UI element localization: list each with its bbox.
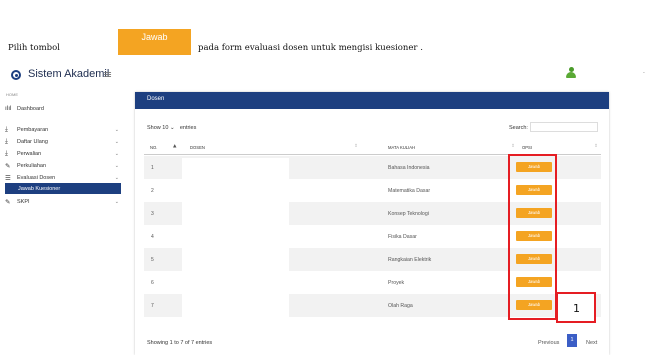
step-number-box: 1 (556, 292, 596, 323)
row-mata-kuliah: Fisika Dasar (388, 234, 417, 240)
sidebar-home-label: HOME (6, 92, 18, 97)
row-number: 7 (151, 303, 154, 309)
sidebar-item-daftar-ulang[interactable]: ⤓ Daftar Ulang ⌄ (5, 136, 121, 147)
chevron-down-icon: ⌄ (114, 138, 119, 145)
menu-icon[interactable]: ≡ (103, 68, 112, 81)
sidebar-item-label: Perkuliahan (17, 162, 47, 169)
redacted-dosen-names (182, 158, 289, 318)
card-header: Dosen (135, 92, 609, 109)
pencil-icon: ✎ (5, 162, 11, 170)
sidebar: HOME ılıl Dashboard ⤓ Pembayaran ⌄ ⤓ Daf… (0, 90, 122, 355)
chevron-down-icon: ⌄ (169, 125, 175, 131)
row-mata-kuliah: Bahasa Indonesia (388, 165, 430, 171)
sidebar-item-label: Pembayaran (17, 126, 49, 133)
column-header-mata-kuliah[interactable]: MATA KULIAH (388, 145, 415, 150)
user-menu-caret[interactable]: - (643, 70, 645, 76)
column-header-opsi[interactable]: OPSI (522, 145, 532, 150)
chevron-down-icon: ⌄ (114, 198, 119, 205)
sort-icon: ⇕ (594, 144, 598, 149)
highlight-opsi-column (508, 154, 557, 320)
sidebar-item-perwalian[interactable]: ⤓ Perwalian ⌄ (5, 148, 121, 159)
row-number: 6 (151, 280, 154, 286)
column-header-no[interactable]: NO. (150, 145, 157, 150)
table-header: NO. ▲ DOSEN ⇕ MATA KULIAH ⇕ OPSI ⇕ (144, 141, 601, 155)
download-icon: ⤓ (5, 125, 8, 133)
sidebar-item-perkuliahan[interactable]: ✎ Perkuliahan ⌄ (5, 160, 121, 171)
avatar[interactable] (566, 67, 576, 79)
chevron-down-icon: ⌄ (114, 126, 119, 133)
sort-asc-icon: ▲ (173, 144, 177, 149)
search-input[interactable] (530, 122, 598, 132)
top-bar: Sistem Akademil ≡ - (0, 60, 652, 90)
app-title: Sistem Akademil (28, 68, 110, 80)
pagination-next[interactable]: Next (586, 340, 597, 346)
row-mata-kuliah: Matematika Dasar (388, 188, 431, 194)
download-icon: ⤓ (5, 137, 8, 145)
pagination-current-page[interactable]: 1 (567, 334, 577, 347)
show-suffix: entries (179, 125, 197, 131)
chevron-down-icon: ⌄ (114, 174, 119, 181)
instruction-jawab-button: Jawab (118, 29, 191, 55)
show-entries: Show 10 ⌄ entries (147, 125, 196, 131)
column-header-dosen[interactable]: DOSEN (190, 145, 205, 150)
row-number: 2 (151, 188, 154, 194)
row-number: 4 (151, 234, 154, 240)
entries-select[interactable]: 10 ⌄ (162, 125, 178, 131)
show-prefix: Show (147, 125, 161, 131)
instruction-suffix: pada form evaluasi dosen untuk mengisi k… (198, 43, 423, 53)
sidebar-item-dashboard[interactable]: ılıl Dashboard (5, 103, 121, 114)
pencil-icon: ✎ (5, 198, 11, 206)
entries-value: 10 (162, 125, 169, 131)
search-label: Search: (509, 125, 528, 131)
sidebar-item-jawab-kuesioner[interactable]: Jawab Kuesioner (5, 183, 121, 194)
card-title: Dosen (147, 96, 165, 102)
sort-icon: ⇕ (511, 144, 515, 149)
chart-icon: ılıl (5, 105, 12, 112)
logo-icon (11, 70, 21, 80)
row-number: 5 (151, 257, 154, 263)
row-mata-kuliah: Olah Raga (388, 303, 413, 309)
download-icon: ⤓ (5, 149, 8, 157)
avatar-body (566, 72, 576, 78)
sidebar-item-label: Evaluasi Dosen (17, 174, 56, 181)
sort-icon: ⇕ (354, 144, 358, 149)
list-icon: ☰ (5, 174, 11, 182)
chevron-down-icon: ⌄ (114, 162, 119, 169)
pagination-previous[interactable]: Previous (538, 340, 559, 346)
row-mata-kuliah: Proyek (388, 280, 405, 286)
chevron-down-icon: ⌄ (114, 150, 119, 157)
sidebar-item-label: Daftar Ulang (17, 138, 48, 145)
sidebar-item-skpi[interactable]: ✎ SKPI ⌄ (5, 196, 121, 207)
sidebar-item-pembayaran[interactable]: ⤓ Pembayaran ⌄ (5, 124, 121, 135)
row-mata-kuliah: Konsep Teknologi (388, 211, 429, 217)
instruction-prefix: Pilih tombol (8, 43, 60, 53)
row-number: 1 (151, 165, 154, 171)
row-number: 3 (151, 211, 154, 217)
sidebar-item-evaluasi-dosen[interactable]: ☰ Evaluasi Dosen ⌄ (5, 172, 121, 183)
sidebar-item-label: Perwalian (17, 150, 42, 157)
sidebar-item-label: SKPI (17, 198, 30, 205)
table-info: Showing 1 to 7 of 7 entries (147, 340, 213, 346)
step-number: 1 (573, 302, 580, 315)
row-mata-kuliah: Rangkaian Elektrik (388, 257, 432, 263)
sidebar-item-label: Dashboard (17, 105, 44, 112)
